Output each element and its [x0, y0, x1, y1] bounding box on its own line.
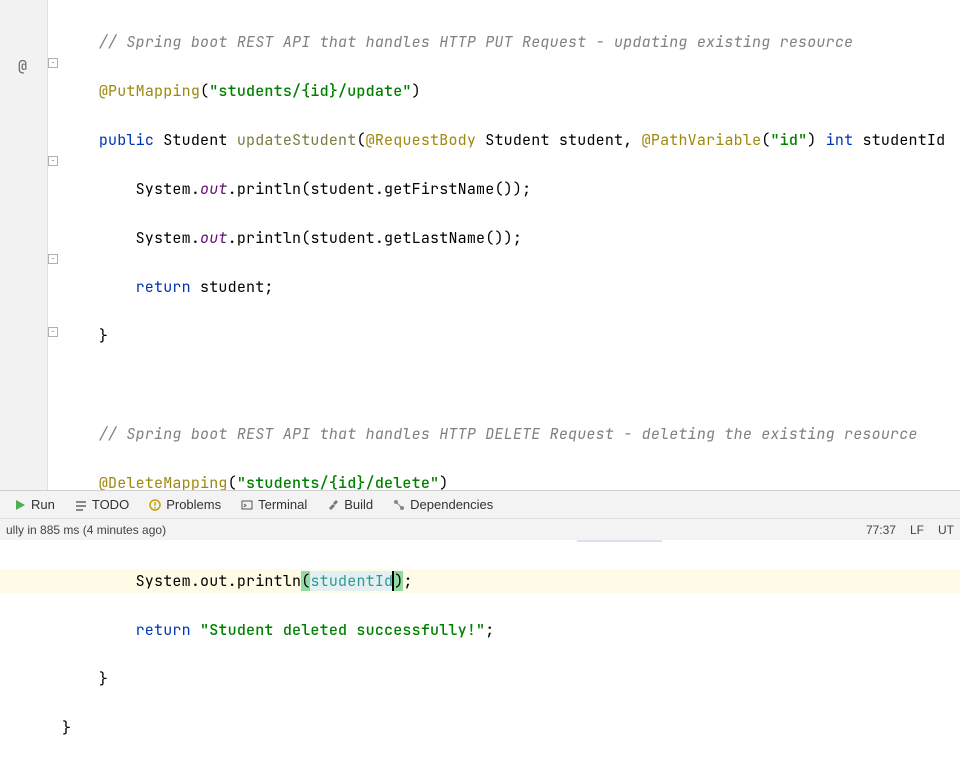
- fold-marker-icon[interactable]: −: [48, 327, 58, 337]
- dot: .: [228, 228, 237, 248]
- var-ref: student: [200, 277, 264, 297]
- tool-window-run[interactable]: Run: [4, 497, 65, 512]
- semicolon: ;: [522, 179, 531, 199]
- method-call: println: [237, 179, 301, 199]
- indent: [62, 326, 99, 346]
- override-icon[interactable]: @: [18, 56, 27, 76]
- param: student: [559, 130, 623, 150]
- method-name: updateStudent: [237, 130, 357, 150]
- semicolon: ;: [264, 277, 273, 297]
- tool-window-bar: Run TODO Problems Terminal Build Depende…: [0, 490, 960, 518]
- method-call: getLastName: [384, 228, 485, 248]
- editor-gutter: @: [0, 0, 48, 490]
- brace: }: [99, 326, 108, 346]
- tool-window-label: TODO: [92, 497, 129, 512]
- indent: [62, 32, 99, 52]
- method-call: getFirstName: [384, 179, 494, 199]
- fold-marker-icon[interactable]: −: [48, 156, 58, 166]
- comment: // Spring boot REST API that handles HTT…: [99, 32, 853, 52]
- method-call: println: [237, 228, 301, 248]
- fold-marker-icon[interactable]: −: [48, 58, 58, 68]
- hammer-icon: [327, 499, 339, 511]
- dependency-icon: [393, 499, 405, 511]
- dot: .: [228, 571, 237, 591]
- warning-icon: [149, 499, 161, 511]
- status-bar: ully in 885 ms (4 minutes ago) 77:37 LF …: [0, 518, 960, 540]
- indent: [62, 571, 136, 591]
- class-ref: System: [136, 228, 191, 248]
- static-field: out: [200, 228, 228, 248]
- tool-window-label: Terminal: [258, 497, 307, 512]
- tool-window-label: Problems: [166, 497, 221, 512]
- tool-window-dependencies[interactable]: Dependencies: [383, 497, 503, 512]
- semicolon: ;: [403, 571, 412, 591]
- brace: }: [99, 669, 108, 689]
- type: Student: [163, 130, 227, 150]
- static-field: out: [200, 179, 228, 199]
- paren: ): [513, 179, 522, 199]
- paren: ): [412, 81, 421, 101]
- method-call: println: [237, 571, 301, 591]
- semicolon: ;: [485, 620, 494, 640]
- terminal-icon: [241, 499, 253, 511]
- paren: (: [356, 130, 365, 150]
- brace: }: [62, 718, 71, 738]
- play-icon: [14, 499, 26, 511]
- dot: .: [191, 228, 200, 248]
- class-ref: System: [136, 179, 191, 199]
- paren: ): [504, 228, 513, 248]
- string-literal: "id": [770, 130, 807, 150]
- var-ref: student: [310, 179, 374, 199]
- indent: [62, 620, 136, 640]
- string-literal: "Student deleted successfully!": [200, 620, 485, 640]
- type: Student: [485, 130, 549, 150]
- var-ref: student: [310, 228, 374, 248]
- paren: ): [807, 130, 816, 150]
- dot: .: [228, 179, 237, 199]
- tool-window-todo[interactable]: TODO: [65, 497, 139, 512]
- indent: [62, 81, 99, 101]
- indent: [62, 669, 99, 689]
- caret-position[interactable]: 77:37: [866, 523, 896, 537]
- current-line: System.out.println(studentId);: [0, 569, 960, 594]
- code-editor[interactable]: // Spring boot REST API that handles HTT…: [62, 5, 960, 765]
- indent: [62, 228, 136, 248]
- list-icon: [75, 499, 87, 511]
- param-usage: studentId: [310, 571, 393, 591]
- annotation: @PutMapping: [99, 81, 200, 101]
- keyword: return: [136, 277, 191, 297]
- file-encoding[interactable]: UT: [938, 523, 954, 537]
- fold-marker-icon[interactable]: −: [48, 254, 58, 264]
- comma: ,: [623, 130, 641, 150]
- class-ref: System: [136, 571, 191, 591]
- tool-window-label: Build: [344, 497, 373, 512]
- tool-window-label: Dependencies: [410, 497, 493, 512]
- dot: .: [375, 228, 384, 248]
- tool-window-problems[interactable]: Problems: [139, 497, 231, 512]
- semicolon: ;: [513, 228, 522, 248]
- dot: .: [191, 179, 200, 199]
- dot: .: [375, 179, 384, 199]
- indent: [62, 179, 136, 199]
- keyword: return: [136, 620, 191, 640]
- keyword: int: [826, 130, 854, 150]
- keyword: public: [99, 130, 154, 150]
- param: studentId: [863, 130, 946, 150]
- tool-window-build[interactable]: Build: [317, 497, 383, 512]
- line-separator[interactable]: LF: [910, 523, 924, 537]
- annotation: @PathVariable: [642, 130, 762, 150]
- indent: [62, 424, 99, 444]
- paren: (: [200, 81, 209, 101]
- dot: .: [191, 571, 200, 591]
- tool-window-label: Run: [31, 497, 55, 512]
- tool-window-terminal[interactable]: Terminal: [231, 497, 317, 512]
- string-literal: "students/{id}/update": [209, 81, 411, 101]
- annotation: @RequestBody: [366, 130, 476, 150]
- comment: // Spring boot REST API that handles HTT…: [99, 424, 918, 444]
- field: out: [200, 571, 228, 591]
- status-message: ully in 885 ms (4 minutes ago): [6, 523, 166, 537]
- indent: [62, 277, 136, 297]
- indent: [62, 130, 99, 150]
- matched-bracket: ): [394, 571, 403, 591]
